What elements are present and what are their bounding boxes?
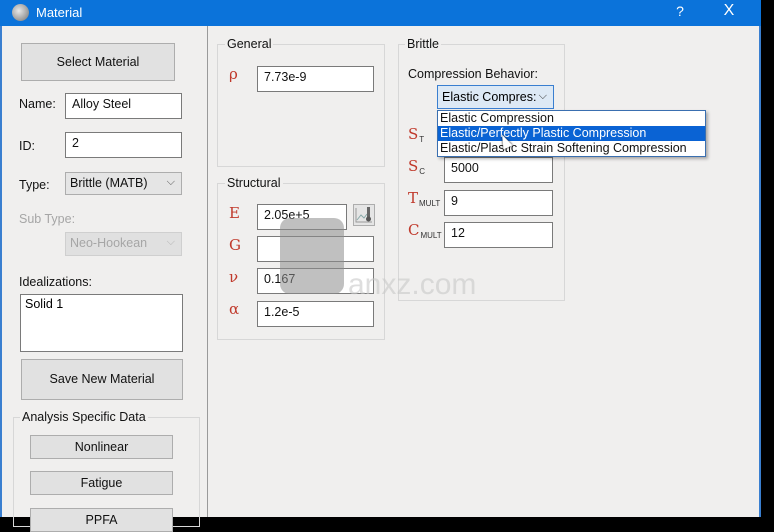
id-input[interactable]: 2 [65,132,182,158]
subtype-select-value: Neo-Hookean [70,236,148,250]
idealizations-list[interactable]: Solid 1 [20,294,183,352]
structural-title: Structural [225,176,283,190]
name-input[interactable]: Alloy Steel [65,93,182,119]
tension-multiplier-input[interactable]: 9 [444,190,553,216]
id-label: ID: [19,139,35,153]
type-select-value: Brittle (MATB) [70,176,148,190]
dropdown-option[interactable]: Elastic Compression [438,111,705,126]
material-dialog: Material ? X Select Material Name: Alloy… [0,0,761,532]
poissons-ratio-symbol: ν [229,268,239,286]
title-bar: Material ? X [0,0,761,26]
material-sphere-icon [12,4,29,21]
brittle-title: Brittle [405,37,441,51]
type-select[interactable]: Brittle (MATB) ⌵ [65,172,182,195]
shear-modulus-symbol: G [229,236,241,254]
save-new-material-button[interactable]: Save New Material [21,359,183,400]
compression-behavior-select[interactable]: Elastic Compres: ⌵ [437,85,554,109]
watermark-text: anxz.com [348,268,477,301]
compression-behavior-label: Compression Behavior: [408,67,538,81]
compression-behavior-dropdown: Elastic Compression Elastic/Perfectly Pl… [437,110,706,157]
dropdown-option[interactable]: Elastic/Plastic Strain Softening Compres… [438,141,705,156]
help-button[interactable]: ? [672,3,688,19]
compressive-strength-input[interactable]: 5000 [444,157,553,183]
general-group [217,44,385,167]
subtype-label: Sub Type: [19,212,76,226]
chevron-down-icon: ⌵ [538,90,547,102]
thermal-expansion-input[interactable]: 1.2e-5 [257,301,374,327]
compression-multiplier-input[interactable]: 12 [444,222,553,248]
ppfa-button[interactable]: PPFA [30,508,173,532]
temperature-curve-button[interactable] [353,204,375,226]
close-button[interactable]: X [718,2,740,20]
tension-multiplier-symbol: TMULT [408,189,441,208]
analysis-specific-data-title: Analysis Specific Data [20,410,148,424]
compressive-strength-symbol: SC [408,157,426,176]
compression-multiplier-symbol: CMULT [408,221,442,240]
name-label: Name: [19,97,56,111]
general-title: General [225,37,274,51]
youngs-modulus-symbol: E [229,204,240,222]
density-input[interactable]: 7.73e-9 [257,66,374,92]
window-title: Material [36,5,83,20]
window-border [0,26,2,517]
dropdown-option-selected[interactable]: Elastic/Perfectly Plastic Compression [438,126,705,141]
chevron-down-icon: ⌵ [166,236,175,248]
subtype-select: Neo-Hookean ⌵ [65,232,182,256]
tensile-strength-symbol: ST [408,125,425,144]
chevron-down-icon: ⌵ [166,176,175,188]
idealization-item[interactable]: Solid 1 [25,297,182,311]
compression-behavior-value: Elastic Compres: [442,90,537,104]
thermal-expansion-symbol: α [229,300,240,318]
idealizations-label: Idealizations: [19,275,92,289]
fatigue-button[interactable]: Fatigue [30,471,173,495]
panel-divider [207,26,208,517]
nonlinear-button[interactable]: Nonlinear [30,435,173,459]
temperature-curve-icon [355,207,372,223]
select-material-button[interactable]: Select Material [21,43,175,81]
type-label: Type: [19,178,50,192]
density-symbol: ρ [229,65,238,83]
watermark-lock-icon [280,218,344,294]
